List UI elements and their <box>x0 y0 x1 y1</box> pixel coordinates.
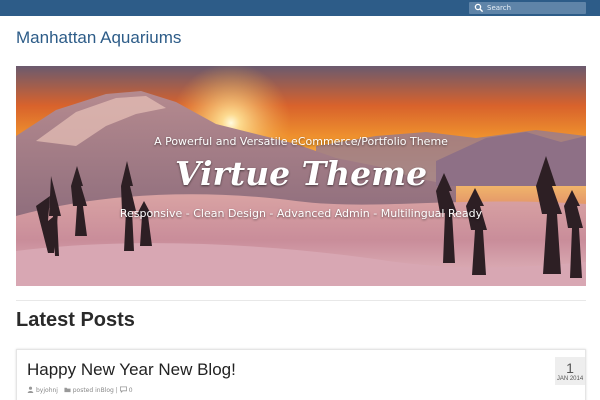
site-title[interactable]: Manhattan Aquariums <box>16 28 181 48</box>
post-comment-count[interactable]: 0 <box>129 387 133 394</box>
post-author[interactable]: byjohnj <box>36 387 58 394</box>
post-date-day: 1 <box>566 360 574 376</box>
slider-pagination <box>293 277 309 286</box>
slider-caption-top: A Powerful and Versatile eCommerce/Portf… <box>154 135 448 148</box>
post-card: Happy New Year New Blog! byjohnj posted … <box>16 349 586 400</box>
post-date-badge: 1 JAN 2014 <box>555 357 585 385</box>
user-icon <box>27 386 34 393</box>
section-divider <box>16 300 586 301</box>
post-meta: byjohnj posted inBlog | 0 <box>27 386 133 394</box>
search-icon <box>474 3 484 13</box>
slider-caption-bottom: Responsive - Clean Design - Advanced Adm… <box>119 207 483 220</box>
slider-caption-title: Virtue Theme <box>174 154 428 193</box>
post-title-link[interactable]: Happy New Year New Blog! <box>27 360 236 380</box>
post-category[interactable]: Blog <box>101 387 114 394</box>
search-input[interactable]: Search <box>469 2 586 14</box>
post-meta-separator: | <box>115 387 118 394</box>
post-date-month: JAN 2014 <box>556 376 584 382</box>
latest-posts-heading: Latest Posts <box>16 309 135 331</box>
top-bar: Search <box>0 0 600 16</box>
post-posted-in: posted in <box>72 387 101 394</box>
search-placeholder: Search <box>487 4 512 12</box>
comment-icon <box>119 386 127 393</box>
hero-slider[interactable]: A Powerful and Versatile eCommerce/Portf… <box>16 66 586 286</box>
folder-icon <box>64 387 71 393</box>
